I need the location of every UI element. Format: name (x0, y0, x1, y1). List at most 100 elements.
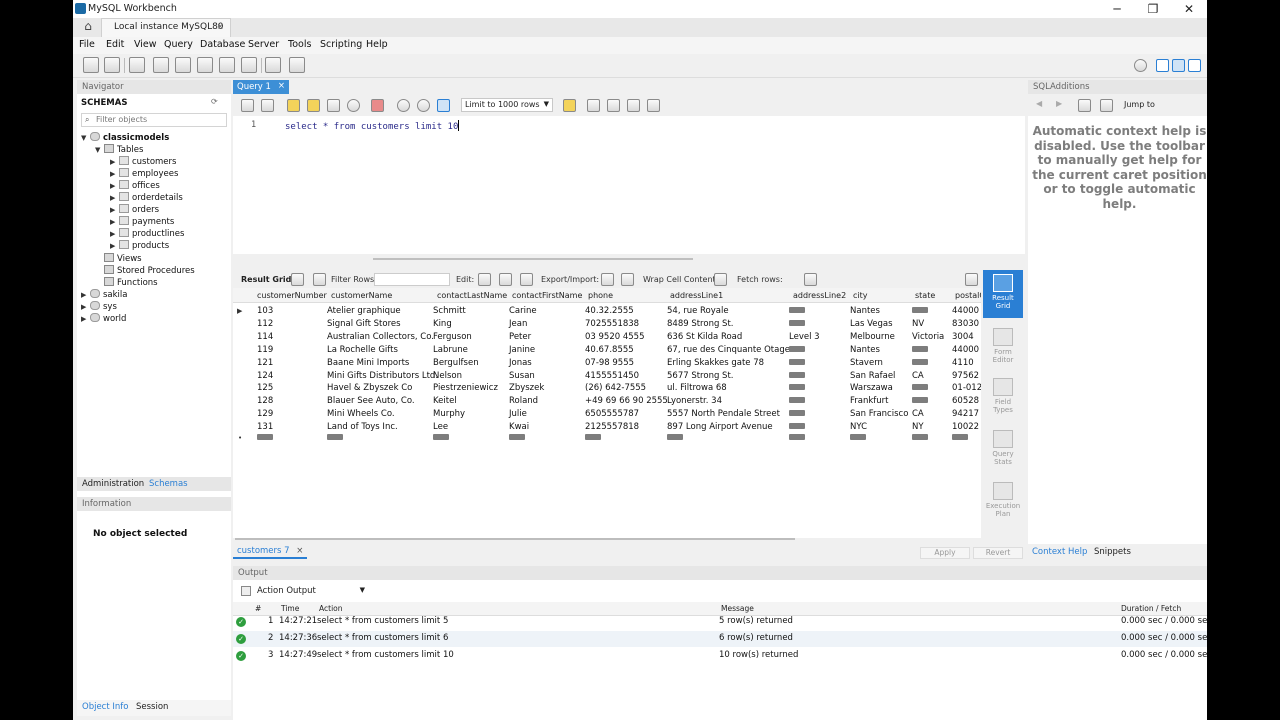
grid-cell[interactable]: 131 (257, 422, 273, 432)
column-header[interactable]: addressLine1 (670, 291, 723, 300)
grid-cell[interactable]: 03 9520 4555 (585, 332, 644, 342)
grid-cell[interactable]: Labrune (433, 345, 468, 355)
filter-objects-input[interactable]: ⌕ Filter objects (81, 113, 227, 127)
grid-cell[interactable]: Warszawa (850, 383, 893, 393)
grid-cell[interactable] (789, 345, 805, 355)
execution-plan-button[interactable]: Execution Plan (983, 482, 1023, 522)
toggle-secondary-sidebar-icon[interactable] (1188, 59, 1201, 72)
table-item[interactable]: ▶ productlines (110, 228, 184, 239)
connection-tab[interactable]: Local instance MySQL80 × (101, 18, 231, 37)
execute-current-icon[interactable] (307, 99, 320, 112)
grid-cell[interactable]: Ferguson (433, 332, 472, 342)
grid-cell[interactable]: Land of Toys Inc. (327, 422, 398, 432)
output-copy-icon[interactable] (241, 586, 251, 596)
beautify-icon[interactable] (587, 99, 600, 112)
grid-cell[interactable]: 5557 North Pendale Street (667, 409, 780, 419)
toggle-panel-icon[interactable] (965, 273, 978, 286)
grid-cell[interactable]: Piestrzeniewicz (433, 383, 498, 393)
grid-cell[interactable]: Susan (509, 371, 535, 381)
editor-scrollbar[interactable] (373, 258, 693, 260)
grid-cell[interactable]: 60528 (952, 396, 979, 406)
grid-cell[interactable]: 112 (257, 319, 273, 329)
grid-cell[interactable]: Lyonerstr. 34 (667, 396, 722, 406)
grid-cell[interactable]: CA (912, 371, 924, 381)
collapse-arrow-icon[interactable]: ▶ (110, 230, 119, 238)
revert-button[interactable]: Revert (973, 547, 1023, 559)
table-item[interactable]: ▶ payments (110, 216, 174, 227)
execute-lightning-icon[interactable] (287, 99, 300, 112)
filter-rows-input[interactable] (374, 273, 450, 286)
form-editor-button[interactable]: Form Editor (983, 328, 1023, 368)
schema-world[interactable]: ▶ world (81, 313, 126, 324)
grid-cell[interactable]: San Francisco (850, 409, 908, 419)
sql-query-text[interactable]: select * from customers limit 10 (285, 120, 460, 132)
output-type-select[interactable]: Action Output ▼ (239, 585, 367, 599)
collapse-arrow-icon[interactable]: ▶ (81, 315, 90, 323)
toggle-output-icon[interactable] (1172, 59, 1185, 72)
table-row[interactable]: 114 Australian Collectors, Co. Ferguson Pet… (233, 331, 981, 344)
grid-cell[interactable]: 40.67.8555 (585, 345, 634, 355)
new-row[interactable]: • (233, 434, 981, 444)
grid-cell[interactable]: Stavern (850, 358, 883, 368)
grid-horizontal-scrollbar[interactable] (235, 538, 795, 540)
minimize-button[interactable]: ─ (1099, 1, 1135, 18)
grid-cell[interactable]: 83030 (952, 319, 979, 329)
back-icon[interactable]: ◀ (1036, 99, 1042, 108)
tables-folder[interactable]: ▼ Tables (95, 144, 143, 155)
insert-row-icon[interactable] (499, 273, 512, 286)
add-snippet-star-icon[interactable] (563, 99, 576, 112)
grid-cell[interactable]: Frankfurt (850, 396, 889, 406)
close-window-button[interactable]: ✕ (1171, 1, 1207, 18)
field-types-button[interactable]: Field Types (983, 378, 1023, 418)
grid-cell[interactable]: Schmitt (433, 306, 466, 316)
column-header[interactable]: phone (588, 291, 613, 300)
grid-cell[interactable]: 2125557818 (585, 422, 639, 432)
create-function-icon[interactable] (241, 57, 257, 73)
autocommit-icon[interactable] (437, 99, 450, 112)
grid-cell[interactable]: Baane Mini Imports (327, 358, 409, 368)
save-icon[interactable] (261, 99, 274, 112)
menu-edit[interactable]: Edit (106, 39, 124, 50)
manual-help-icon[interactable] (1078, 99, 1091, 112)
stop-icon[interactable] (347, 99, 360, 112)
grid-cell[interactable] (789, 383, 805, 393)
grid-cell[interactable] (912, 383, 928, 393)
collapse-arrow-icon[interactable]: ▶ (110, 242, 119, 250)
table-item[interactable]: ▶ orders (110, 204, 159, 215)
grid-cell[interactable]: Mini Wheels Co. (327, 409, 395, 419)
result-grid-view-button[interactable]: Result Grid (983, 270, 1023, 318)
views-folder[interactable]: Views (104, 253, 142, 264)
apply-button[interactable]: Apply (920, 547, 970, 559)
schema-classicmodels[interactable]: ▼ classicmodels (81, 132, 169, 143)
grid-cell[interactable]: 44000 (952, 345, 979, 355)
grid-cell[interactable]: Melbourne (850, 332, 895, 342)
grid-cell[interactable] (912, 396, 928, 406)
grid-cell[interactable]: NV (912, 319, 924, 329)
commit-icon[interactable] (397, 99, 410, 112)
column-header[interactable]: postalC (955, 291, 981, 300)
toggle-error-icon[interactable] (371, 99, 384, 112)
output-row[interactable]: ✓ 3 14:27:49 select * from customers lim… (233, 648, 1207, 664)
table-row[interactable]: 128 Blauer See Auto, Co. Keitel Roland +49 6… (233, 395, 981, 408)
explain-icon[interactable] (327, 99, 340, 112)
tab-snippets[interactable]: Snippets (1094, 547, 1131, 557)
refresh-icon[interactable] (313, 273, 326, 286)
results-tab-customers[interactable]: customers 7 × (233, 545, 308, 559)
open-sql-script-icon[interactable] (104, 57, 120, 73)
grid-cell[interactable]: 01-012 (952, 383, 981, 393)
functions-folder[interactable]: Functions (104, 277, 158, 288)
tab-administration[interactable]: Administration (82, 479, 144, 489)
limit-rows-select[interactable]: Limit to 1000 rows ▼ (461, 98, 553, 112)
grid-cell[interactable]: 6505555787 (585, 409, 639, 419)
grid-cell[interactable]: 5677 Strong St. (667, 371, 734, 381)
grid-cell[interactable] (789, 371, 805, 381)
tab-schemas[interactable]: Schemas (149, 479, 188, 489)
table-row[interactable]: 121 Baane Mini Imports Bergulfsen Jonas 07-9… (233, 357, 981, 370)
create-procedure-icon[interactable] (219, 57, 235, 73)
grid-cell[interactable]: 128 (257, 396, 273, 406)
menu-file[interactable]: File (79, 39, 95, 50)
grid-cell[interactable]: 129 (257, 409, 273, 419)
result-grid[interactable]: customerNumber customerName contactLastN… (233, 288, 981, 538)
grid-cell[interactable]: 897 Long Airport Avenue (667, 422, 773, 432)
grid-cell[interactable]: Erling Skakkes gate 78 (667, 358, 764, 368)
